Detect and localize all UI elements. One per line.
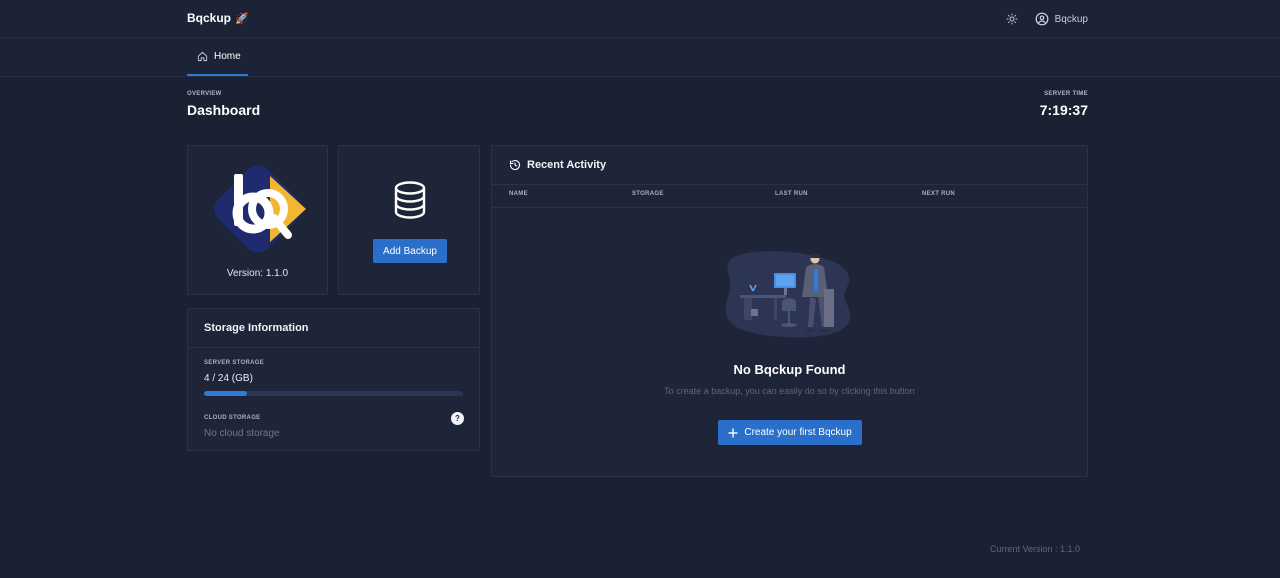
column-next-run[interactable]: NEXT RUN: [922, 191, 955, 197]
server-time: 7:19:37: [1039, 102, 1088, 118]
add-backup-button[interactable]: Add Backup: [373, 239, 447, 263]
logo-card: Version: 1.1.0: [187, 145, 328, 295]
tab-home[interactable]: Home: [187, 38, 248, 76]
user-menu[interactable]: Bqckup: [1035, 12, 1088, 26]
storage-title: Storage Information: [204, 322, 309, 334]
add-backup-card: Add Backup: [338, 145, 480, 295]
theme-toggle-button[interactable]: [1003, 10, 1021, 28]
brand-name: Bqckup: [187, 11, 232, 25]
recent-activity-title: Recent Activity: [527, 159, 607, 171]
server-time-label: SERVER TIME: [1044, 91, 1088, 97]
footer-version: Current Version : 1.1.0: [989, 544, 1080, 554]
plus-icon: [728, 428, 738, 437]
empty-state-title: No Bqckup Found: [733, 362, 846, 377]
column-name[interactable]: NAME: [509, 191, 528, 197]
server-storage-label: SERVER STORAGE: [204, 360, 264, 366]
server-storage-progress-fill: [204, 391, 248, 396]
create-first-backup-button[interactable]: Create your first Bqckup: [718, 420, 862, 445]
storage-card: Storage Information SERVER STORAGE 4 / 2…: [187, 308, 480, 451]
divider: [188, 347, 479, 348]
server-storage-value: 4 / 24 (GB): [204, 373, 253, 384]
app-version: Version: 1.1.0: [226, 268, 289, 279]
top-bar: Bqckup 🚀 Bqckup: [0, 0, 1280, 38]
empty-state-illustration: [725, 251, 851, 338]
question-icon[interactable]: ?: [451, 412, 464, 425]
table-header: NAME STORAGE LAST RUN NEXT RUN: [492, 185, 1087, 208]
sun-icon: [1006, 13, 1018, 25]
column-storage[interactable]: STORAGE: [632, 191, 664, 197]
top-actions: Bqckup: [1003, 10, 1088, 28]
page-eyebrow: OVERVIEW: [187, 91, 222, 97]
cloud-storage-value: No cloud storage: [204, 428, 280, 439]
cloud-storage-label: CLOUD STORAGE: [204, 415, 261, 421]
recent-activity-card: Recent Activity NAME STORAGE LAST RUN NE…: [491, 145, 1088, 477]
server-storage-progress: [204, 391, 463, 396]
page-title: Dashboard: [187, 102, 261, 118]
brand[interactable]: Bqckup 🚀: [187, 11, 249, 25]
bqckup-logo: [208, 158, 308, 260]
rocket-icon: 🚀: [235, 12, 249, 25]
user-circle-icon: [1035, 12, 1049, 26]
empty-state-subtitle: To create a backup, you can easily do so…: [664, 386, 915, 396]
database-icon: [394, 181, 426, 219]
tab-bar: Home: [0, 38, 1280, 77]
recent-activity-header: Recent Activity: [509, 159, 606, 171]
user-name: Bqckup: [1054, 13, 1088, 25]
create-first-backup-label: Create your first Bqckup: [744, 427, 852, 438]
home-icon: [197, 51, 208, 61]
history-icon: [509, 159, 521, 171]
column-last-run[interactable]: LAST RUN: [775, 191, 808, 197]
tab-home-label: Home: [214, 50, 241, 62]
